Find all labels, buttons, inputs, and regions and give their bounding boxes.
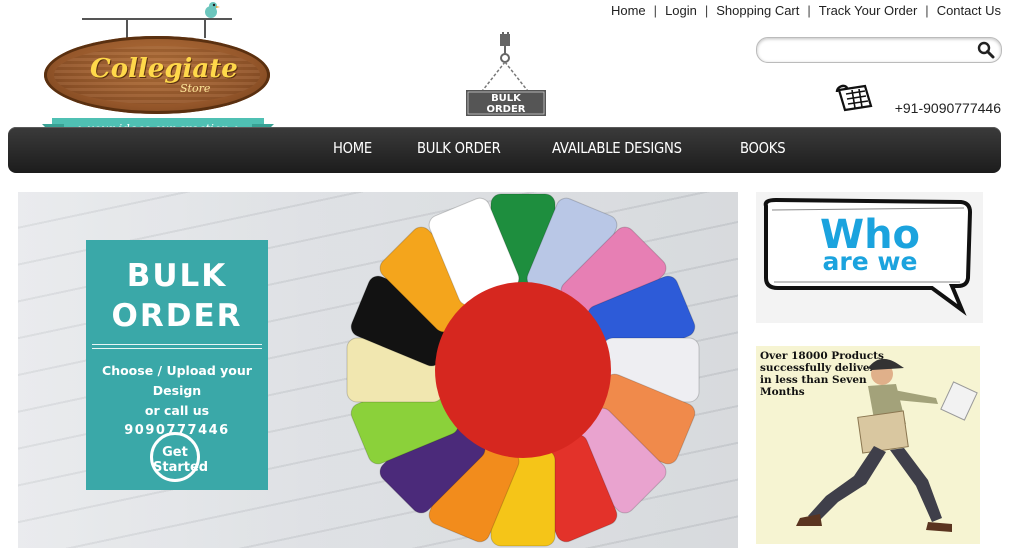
promo-call: or call us: [144, 403, 210, 418]
bird-icon: [205, 2, 220, 18]
bulk-sign-line2: ORDER: [486, 104, 525, 115]
shirts-image: [346, 193, 700, 547]
top-link-shopping-cart[interactable]: Shopping Cart: [716, 3, 799, 18]
top-link-login[interactable]: Login: [665, 3, 697, 18]
courier-image: [796, 358, 978, 532]
logo-string: [204, 18, 206, 38]
separator: |: [925, 3, 929, 18]
separator: |: [807, 3, 811, 18]
promo-subtitle: Choose / Upload your Design: [102, 363, 252, 398]
bulk-order-promo: BULK ORDER Choose / Upload your Design o…: [86, 240, 268, 490]
nav-item-bulk-order[interactable]: BULK ORDER: [417, 139, 501, 157]
separator: |: [653, 3, 658, 18]
delivery-banner[interactable]: Over 18000 Products successfully deliver…: [756, 346, 980, 544]
main-nav: HOME BULK ORDER AVAILABLE DESIGNS BOOKS: [8, 127, 1001, 173]
cta-line1: Get: [162, 445, 188, 460]
shirt-shape: [435, 282, 611, 458]
nav-item-books[interactable]: BOOKS: [740, 139, 786, 157]
promo-title-line2: ORDER: [111, 298, 243, 334]
cta-line2: Started: [153, 460, 209, 475]
get-started-button[interactable]: Get Started: [150, 432, 208, 482]
top-links: Home | Login | Shopping Cart | Track Your Orde…: [611, 3, 1001, 18]
promo-title-line1: BULK: [126, 258, 228, 294]
phone-number: +91-9090777446: [894, 100, 1001, 116]
separator: |: [704, 3, 709, 18]
top-link-contact-us[interactable]: Contact Us: [937, 3, 1001, 18]
top-link-home[interactable]: Home: [611, 3, 646, 18]
who-are-we-banner[interactable]: Who are we: [756, 192, 983, 323]
logo-name: Collegiate: [90, 54, 238, 84]
bulk-sign-line1: BULK: [491, 93, 522, 104]
search-icon[interactable]: [977, 41, 995, 59]
search-box: [756, 37, 1002, 63]
speech-bubble-icon: Who are we: [763, 197, 973, 316]
top-link-track-order[interactable]: Track Your Order: [819, 3, 918, 18]
divider: [92, 344, 262, 345]
search-input[interactable]: [767, 41, 971, 61]
who-line2: are we: [823, 247, 918, 276]
hero-banner[interactable]: BULK ORDER Choose / Upload your Design o…: [18, 192, 738, 548]
bulk-order-sign[interactable]: BULK ORDER: [462, 32, 550, 118]
logo-sub: Store: [180, 82, 211, 95]
nav-item-home[interactable]: HOME: [333, 139, 372, 157]
nav-item-available-designs[interactable]: AVAILABLE DESIGNS: [552, 139, 682, 157]
logo-string: [126, 18, 128, 38]
phone-icon: [835, 84, 873, 112]
